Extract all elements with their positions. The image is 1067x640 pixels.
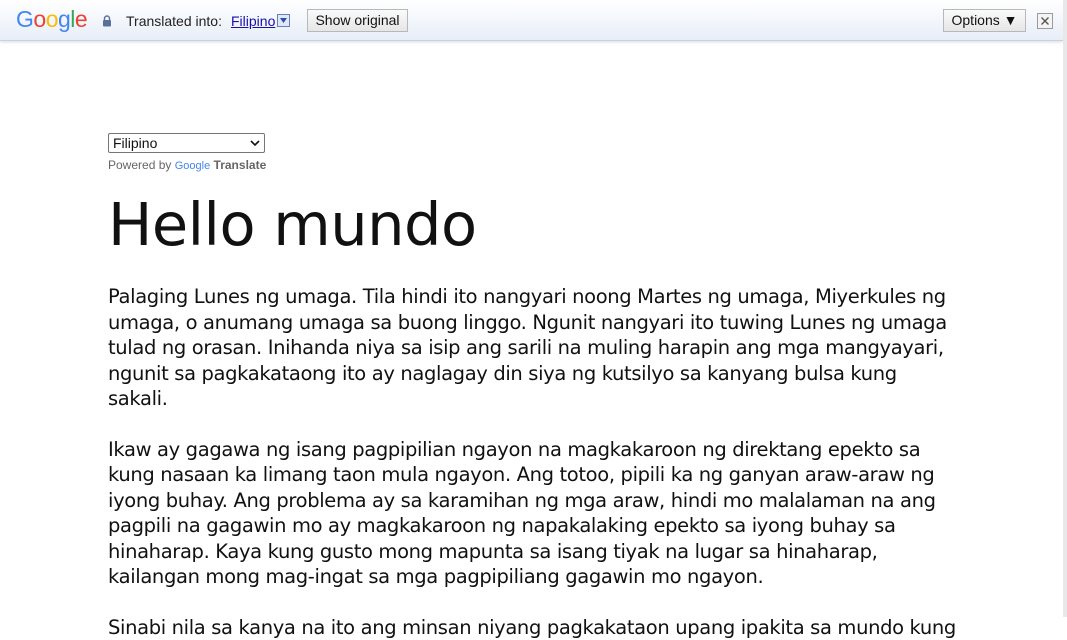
language-select-value: Filipino: [113, 135, 157, 151]
paragraph: Palaging Lunes ng umaga. Tila hindi ito …: [108, 284, 958, 412]
chevron-down-icon: [280, 18, 287, 23]
powered-by-google-translate: Powered by Google Translate: [108, 158, 958, 172]
logo-letter: o: [33, 6, 45, 33]
paragraph: Sinabi nila sa kanya na ito ang minsan n…: [108, 615, 958, 640]
paragraph: Ikaw ay gagawa ng isang pagpipilian ngay…: [108, 437, 958, 590]
lock-icon: [102, 14, 114, 26]
logo-letter: e: [75, 6, 87, 33]
language-dropdown-button[interactable]: [277, 14, 290, 27]
page-content: Filipino Powered by Google Translate Hel…: [108, 133, 958, 640]
google-logo-text: Google: [175, 160, 210, 172]
logo-letter: g: [58, 6, 70, 33]
translate-bar: Google Translated into: Filipino Show or…: [0, 0, 1063, 41]
show-original-button[interactable]: Show original: [307, 9, 408, 32]
scrollbar-track[interactable]: [1063, 0, 1067, 617]
google-small-logo: Google: [175, 160, 210, 172]
logo-letter: o: [46, 6, 58, 33]
close-icon: [1041, 17, 1049, 25]
close-button[interactable]: [1037, 13, 1053, 29]
translated-into-label: Translated into:: [126, 13, 222, 29]
options-button[interactable]: Options ▼: [943, 9, 1026, 32]
page-heading: Hello mundo: [108, 193, 958, 257]
google-logo: Google: [16, 6, 87, 33]
chevron-down-icon: [250, 140, 260, 147]
logo-letter: G: [16, 6, 33, 33]
powered-by-label: Powered by: [108, 158, 171, 172]
target-language-link[interactable]: Filipino: [231, 13, 275, 29]
language-select[interactable]: Filipino: [108, 133, 265, 153]
translate-label: Translate: [214, 158, 267, 172]
